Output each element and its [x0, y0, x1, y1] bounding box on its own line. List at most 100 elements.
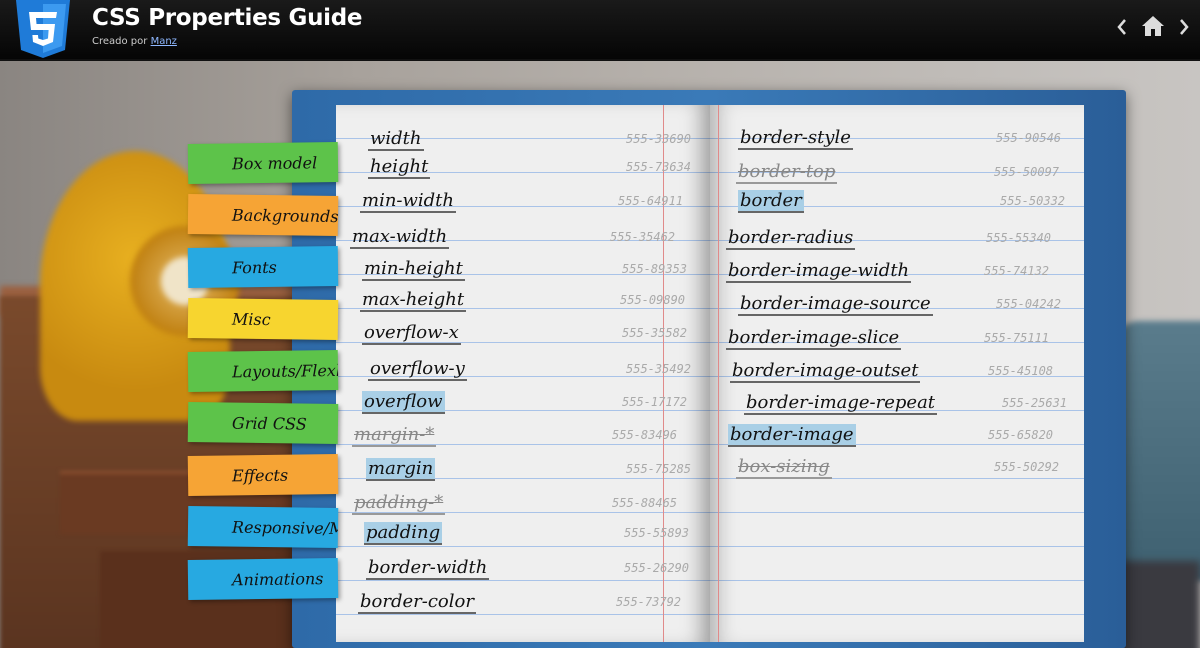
- property-entry[interactable]: border-top: [736, 160, 838, 184]
- property-name: padding: [364, 522, 443, 545]
- property-entry[interactable]: border-style: [738, 126, 853, 150]
- property-entry[interactable]: max-width: [350, 225, 450, 249]
- tab-label: Grid CSS: [231, 413, 307, 434]
- tab-label: Backgrounds: [231, 205, 339, 226]
- tab-box-model[interactable]: Box model: [187, 141, 339, 185]
- property-name: border-width: [366, 557, 490, 580]
- property-code: 555-73792: [616, 595, 682, 609]
- property-code: 555-45108: [988, 364, 1054, 378]
- property-code: 555-90546: [996, 131, 1062, 145]
- property-code: 555-88465: [612, 496, 678, 510]
- property-code: 555-50097: [994, 165, 1060, 179]
- property-entry[interactable]: margin: [366, 457, 436, 481]
- property-code: 555-83496: [612, 428, 678, 442]
- property-entry[interactable]: border-image: [728, 423, 856, 447]
- property-entry[interactable]: min-height: [362, 257, 465, 281]
- property-code: 555-89353: [622, 262, 688, 276]
- property-entry[interactable]: border-color: [358, 590, 476, 614]
- property-name: margin-*: [352, 424, 437, 447]
- property-name: border-image-repeat: [744, 392, 938, 415]
- property-name: box-sizing: [736, 456, 832, 479]
- property-name: overflow: [362, 391, 445, 414]
- property-entry[interactable]: border-image-slice: [726, 326, 902, 350]
- tab-layouts-flexbox[interactable]: Layouts/Flexbox: [187, 349, 339, 393]
- property-name: height: [368, 156, 431, 179]
- property-entry[interactable]: overflow: [362, 390, 445, 414]
- property-name: overflow-y: [368, 358, 467, 381]
- property-code: 555-35462: [610, 230, 676, 244]
- property-code: 555-55893: [624, 526, 690, 540]
- property-name: border-style: [738, 127, 853, 150]
- property-entry[interactable]: min-width: [360, 189, 457, 213]
- property-name: border-color: [358, 591, 476, 614]
- tab-responsive-media[interactable]: Responsive/Media: [187, 505, 339, 549]
- property-entry[interactable]: padding: [364, 521, 443, 545]
- tab-label: Fonts: [231, 257, 277, 277]
- property-code: 555-74132: [984, 264, 1050, 278]
- chevron-right-icon[interactable]: [1174, 14, 1194, 40]
- property-code: 555-33690: [626, 132, 692, 146]
- property-code: 555-50292: [994, 460, 1060, 474]
- property-entry[interactable]: overflow-x: [362, 321, 461, 345]
- page-title: CSS Properties Guide: [92, 5, 363, 31]
- property-name: border-image: [728, 424, 856, 447]
- property-entry[interactable]: margin-*: [352, 423, 437, 447]
- property-name: border-image-width: [726, 260, 912, 283]
- tab-label: Layouts/Flexbox: [231, 360, 339, 381]
- property-code: 555-64911: [618, 194, 684, 208]
- property-entry[interactable]: border-image-repeat: [744, 391, 938, 415]
- property-code: 555-55340: [986, 231, 1052, 245]
- property-code: 555-25631: [1002, 396, 1068, 410]
- chevron-left-icon[interactable]: [1112, 14, 1132, 40]
- property-code: 555-04242: [996, 297, 1062, 311]
- property-code: 555-50332: [1000, 194, 1066, 208]
- property-code: 555-35582: [622, 326, 688, 340]
- property-name: padding-*: [352, 492, 446, 515]
- tab-effects[interactable]: Effects: [187, 453, 339, 497]
- property-name: border-top: [736, 161, 838, 184]
- property-name: border-image-source: [738, 293, 933, 316]
- app-header: CSS Properties Guide Creado por Manz: [0, 0, 1200, 61]
- tab-label: Effects: [231, 465, 289, 485]
- tab-label: Misc: [231, 309, 271, 329]
- property-code: 555-26290: [624, 561, 690, 575]
- property-name: max-height: [360, 289, 467, 312]
- property-name: width: [368, 128, 424, 151]
- property-entry[interactable]: height: [368, 155, 431, 179]
- property-entry[interactable]: border-image-source: [738, 292, 933, 316]
- tab-label: Box model: [231, 152, 318, 173]
- css3-shield-icon[interactable]: [12, 0, 74, 58]
- property-name: min-width: [360, 190, 457, 213]
- property-entry[interactable]: border-radius: [726, 226, 856, 250]
- property-name: border: [738, 190, 804, 213]
- property-entry[interactable]: overflow-y: [368, 357, 467, 381]
- tab-misc[interactable]: Misc: [187, 297, 339, 341]
- property-entry[interactable]: padding-*: [352, 491, 446, 515]
- home-icon[interactable]: [1140, 13, 1166, 39]
- author-link[interactable]: Manz: [151, 36, 177, 47]
- tab-fonts[interactable]: Fonts: [187, 245, 339, 289]
- property-code: 555-75111: [984, 331, 1050, 345]
- property-code: 555-09890: [620, 293, 686, 307]
- tab-grid-css[interactable]: Grid CSS: [187, 401, 339, 445]
- left-page: width 555-33690 height 555-73634 min-width 55…: [336, 105, 710, 642]
- property-name: margin: [366, 458, 436, 481]
- property-entry[interactable]: border-image-outset: [730, 359, 921, 383]
- property-entry[interactable]: border: [738, 189, 804, 213]
- tab-animations[interactable]: Animations: [187, 557, 339, 601]
- property-entry[interactable]: border-image-width: [726, 259, 912, 283]
- tab-label: Animations: [231, 568, 324, 589]
- property-entry[interactable]: box-sizing: [736, 455, 832, 479]
- margin-line: [718, 105, 719, 642]
- property-code: 555-73634: [626, 160, 692, 174]
- property-entry[interactable]: width: [368, 127, 424, 151]
- right-page: border-style 555-90546 border-top 555-50097…: [710, 105, 1084, 642]
- tab-backgrounds[interactable]: Backgrounds: [187, 193, 339, 237]
- property-code: 555-35492: [626, 362, 692, 376]
- property-name: border-image-slice: [726, 327, 902, 350]
- property-entry[interactable]: max-height: [360, 288, 467, 312]
- property-name: border-image-outset: [730, 360, 921, 383]
- property-entry[interactable]: border-width: [366, 556, 490, 580]
- property-code: 555-75285: [626, 462, 692, 476]
- property-name: min-height: [362, 258, 465, 281]
